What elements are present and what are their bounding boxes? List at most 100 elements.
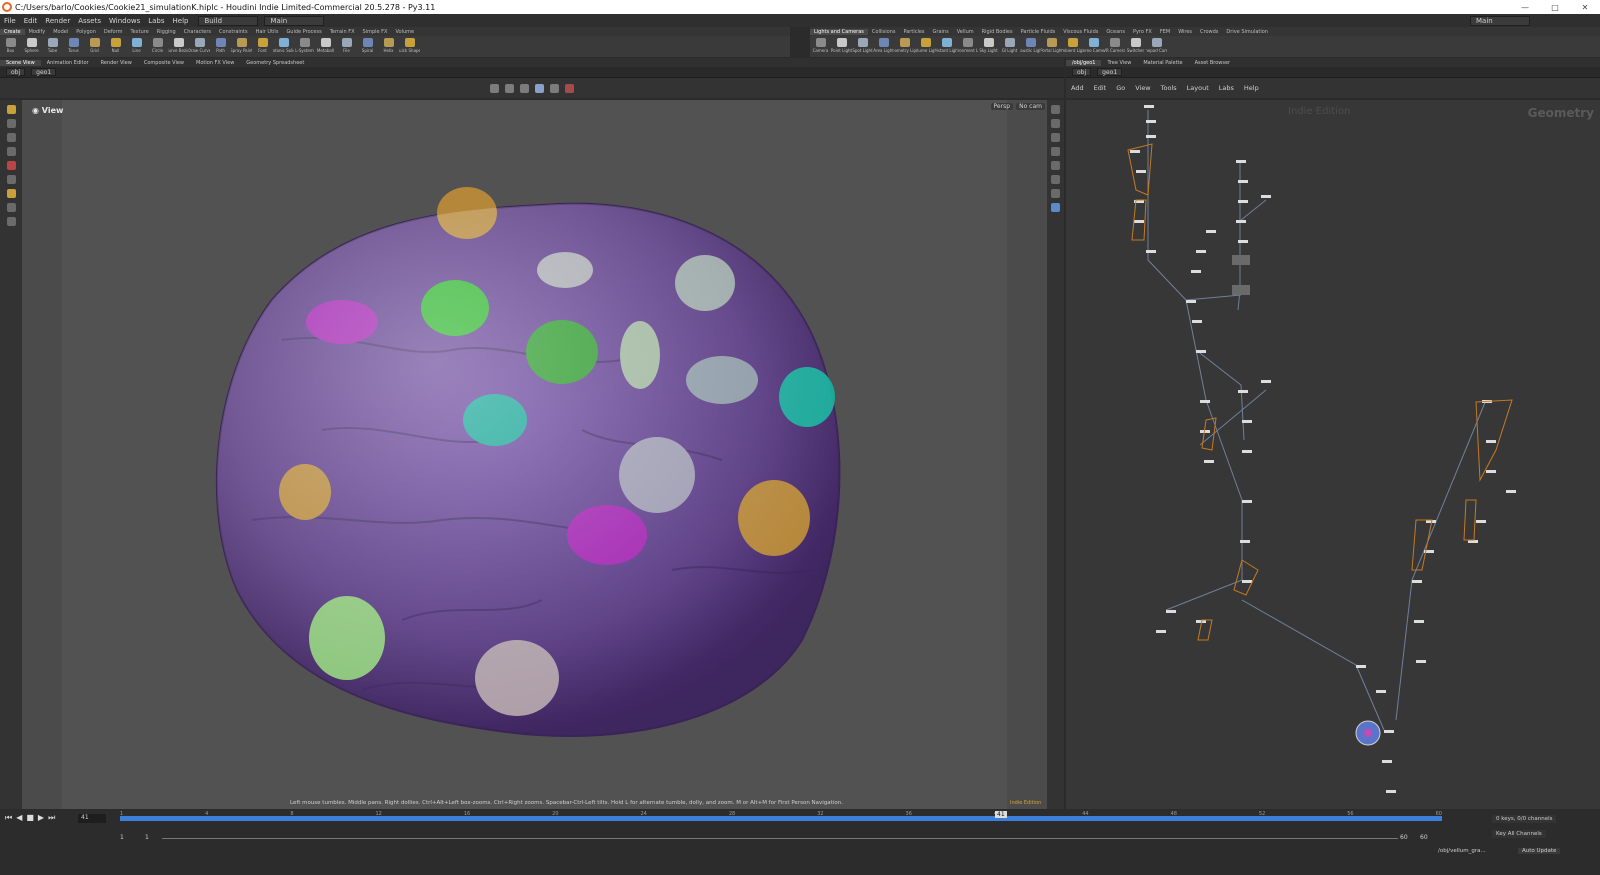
network-menu-item[interactable]: View [1130, 84, 1155, 92]
network-menu-item[interactable]: Labs [1214, 84, 1239, 92]
shelf-tool-button[interactable]: Metaball [315, 36, 336, 53]
display-option-icon[interactable] [1051, 189, 1060, 198]
shelf-tool-button[interactable]: Spray Paint [231, 36, 252, 53]
shelf-tool-button[interactable]: Helix [378, 36, 399, 53]
network-menu-item[interactable]: Help [1239, 84, 1264, 92]
shelf-tool-button[interactable]: Curve Bezier [168, 36, 189, 53]
display-option-icon[interactable] [1051, 175, 1060, 184]
shelf-tool-button[interactable]: Environment Light [957, 36, 978, 53]
move-tool-icon[interactable] [6, 119, 16, 128]
view-tool-icon[interactable] [535, 83, 544, 93]
display-option-icon[interactable] [1051, 147, 1060, 156]
pane-tab[interactable]: Animation Editor [41, 60, 95, 66]
shelf-tool-button[interactable]: Geometry Light [894, 36, 915, 53]
display-option-icon[interactable] [1051, 133, 1060, 142]
maximize-icon[interactable]: □ [1540, 3, 1570, 12]
minimize-icon[interactable]: — [1510, 3, 1540, 12]
shelf-tab[interactable]: Constraints [215, 29, 252, 35]
jump-end-icon[interactable]: ⏭ [48, 813, 55, 823]
shelf-tab[interactable]: Grains [929, 29, 953, 35]
jump-start-icon[interactable]: ⏮ [5, 813, 12, 823]
magnet-icon[interactable] [6, 203, 16, 212]
shelf-tool-button[interactable]: Volume Light [915, 36, 936, 53]
shelf-tool-button[interactable]: Quick Shapes [399, 36, 420, 53]
menu-labs[interactable]: Labs [144, 17, 168, 25]
scale-tool-icon[interactable] [6, 147, 16, 156]
shelf-tab[interactable]: Modify [25, 29, 50, 35]
shelf-tool-button[interactable]: Ambient Light [1062, 36, 1083, 53]
menu-windows[interactable]: Windows [105, 17, 144, 25]
shelf-tab[interactable]: Polygon [72, 29, 100, 35]
start-frame-field[interactable]: 1 [120, 834, 124, 841]
shelf-tab[interactable]: Model [49, 29, 72, 35]
shelf-tab[interactable]: Hair Utils [252, 29, 283, 35]
shelf-tool-button[interactable]: Line [126, 36, 147, 53]
desktop-main-right-dropdown[interactable]: Main [1470, 15, 1530, 26]
auto-update-dropdown[interactable]: Auto Update [1518, 848, 1561, 854]
path-obj[interactable]: obj [6, 68, 26, 76]
shelf-tab[interactable]: Viscous Fluids [1059, 29, 1102, 35]
shelf-tab[interactable]: Simple FX [359, 29, 392, 35]
shelf-tool-button[interactable]: Tube [42, 36, 63, 53]
pane-tab[interactable]: Material Palette [1137, 60, 1188, 66]
scene-viewport[interactable]: ◉ View Persp No cam [22, 100, 1047, 809]
lock-icon[interactable] [1051, 119, 1060, 128]
shelf-tool-button[interactable]: Spot Light [852, 36, 873, 53]
shelf-tool-button[interactable]: Draw Curve [189, 36, 210, 53]
select-tool-icon[interactable] [6, 105, 16, 114]
path-geo1[interactable]: geo1 [31, 68, 57, 76]
network-menu-item[interactable]: Layout [1182, 84, 1214, 92]
handle-tool-icon[interactable] [6, 161, 16, 170]
play-icon[interactable]: ▶ [38, 813, 44, 823]
shelf-tab[interactable]: Crowds [1196, 29, 1222, 35]
network-menu-item[interactable]: Tools [1156, 84, 1182, 92]
display-option-icon[interactable] [1051, 161, 1060, 170]
shelf-tab[interactable]: Particle Fluids [1017, 29, 1060, 35]
shelf-tool-button[interactable]: Sky Light [978, 36, 999, 53]
shelf-tool-button[interactable]: Path [210, 36, 231, 53]
pane-tab[interactable]: Tree View [1101, 60, 1137, 66]
shelf-tab[interactable]: Drive Simulation [1222, 29, 1272, 35]
shelf-tab[interactable]: Volume [391, 29, 418, 35]
close-icon[interactable]: ✕ [1570, 3, 1600, 12]
shelf-tool-button[interactable]: Area Light [873, 36, 894, 53]
shelf-tool-button[interactable]: Point Light [831, 36, 852, 53]
current-frame-field[interactable]: 41 [78, 814, 106, 823]
shelf-tab[interactable]: Particles [899, 29, 928, 35]
shelf-tab[interactable]: Guide Process [282, 29, 325, 35]
shelf-tool-button[interactable]: Camera [810, 36, 831, 53]
display-option-icon[interactable] [1051, 105, 1060, 114]
shelf-tool-button[interactable]: Grid [84, 36, 105, 53]
display-option-icon[interactable] [1051, 203, 1060, 212]
menu-help[interactable]: Help [169, 17, 193, 25]
pane-tab[interactable]: Render View [95, 60, 138, 66]
pane-tab[interactable]: Composite View [138, 60, 190, 66]
shelf-tab[interactable]: Collisions [868, 29, 900, 35]
rotate-tool-icon[interactable] [6, 133, 16, 142]
network-menu-item[interactable]: Edit [1089, 84, 1112, 92]
shelf-tool-button[interactable]: Sphere [21, 36, 42, 53]
shelf-tool-button[interactable]: Box [0, 36, 21, 53]
pane-tab[interactable]: Motion FX View [190, 60, 240, 66]
view-tool-icon[interactable] [6, 217, 16, 226]
stop-icon[interactable]: ■ [26, 813, 34, 823]
path-obj[interactable]: obj [1072, 68, 1092, 76]
desktop-build-dropdown[interactable]: Build [198, 15, 259, 26]
shelf-tool-button[interactable]: Spiral [357, 36, 378, 53]
desktop-main-dropdown[interactable]: Main [264, 15, 325, 26]
shelf-tool-button[interactable]: L-System [294, 36, 315, 53]
snap-tool-icon[interactable] [6, 189, 16, 198]
shelf-tab[interactable]: Vellum [953, 29, 978, 35]
timeline-cursor[interactable]: 41 [995, 811, 1007, 818]
shelf-tool-button[interactable]: Stereo Camera [1083, 36, 1104, 53]
shelf-tool-button[interactable]: Portal Light [1041, 36, 1062, 53]
range-slider[interactable] [162, 838, 1398, 839]
view-tool-icon[interactable] [550, 83, 559, 93]
shelf-tool-button[interactable]: VR Camera [1104, 36, 1125, 53]
shelf-tab[interactable]: Wires [1174, 29, 1196, 35]
shelf-tool-button[interactable]: Torus [63, 36, 84, 53]
pane-tab[interactable]: /obj/geo1 [1066, 59, 1102, 66]
pose-tool-icon[interactable] [6, 175, 16, 184]
network-menu-item[interactable]: Go [1111, 84, 1130, 92]
shelf-tab[interactable]: Terrain FX [326, 29, 359, 35]
